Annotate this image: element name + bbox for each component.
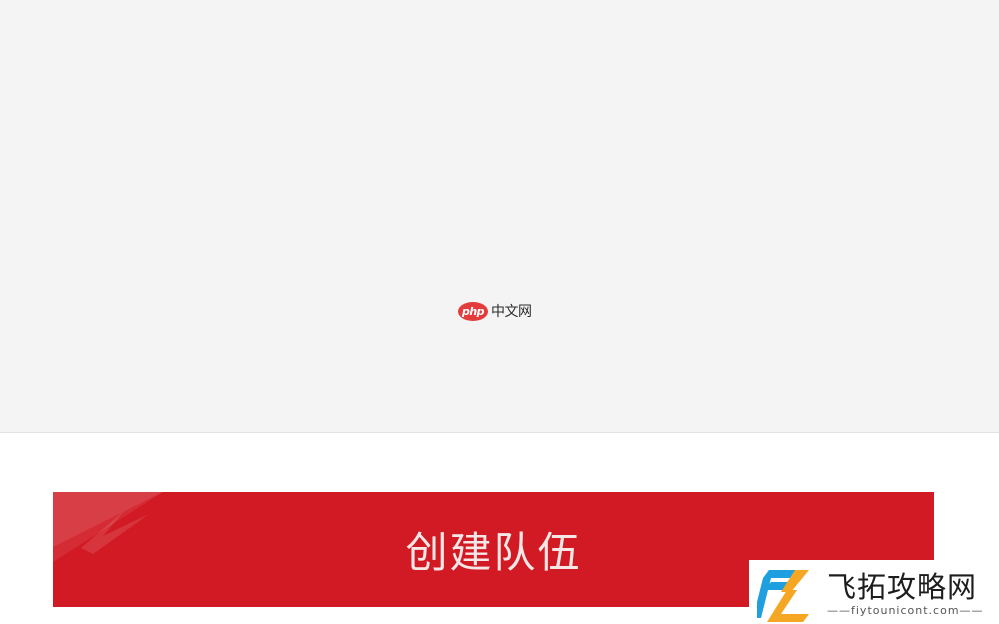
php-watermark: php 中文网 (458, 301, 532, 321)
site-watermark-badge: 飞拓攻略网 ——fiytounicont.com—— (749, 560, 999, 624)
screen: php 中文网 创建队伍 飞拓攻略网 ——fiytounicont.com—— (0, 0, 999, 624)
site-logo-icon (757, 570, 809, 622)
content-area: php 中文网 (0, 0, 999, 433)
php-logo-icon: php (458, 301, 488, 321)
php-logo-text: php (461, 304, 485, 318)
site-name: 飞拓攻略网 (827, 570, 978, 604)
watermark-site-text: 中文网 (491, 304, 532, 320)
site-url: ——fiytounicont.com—— (827, 604, 984, 617)
